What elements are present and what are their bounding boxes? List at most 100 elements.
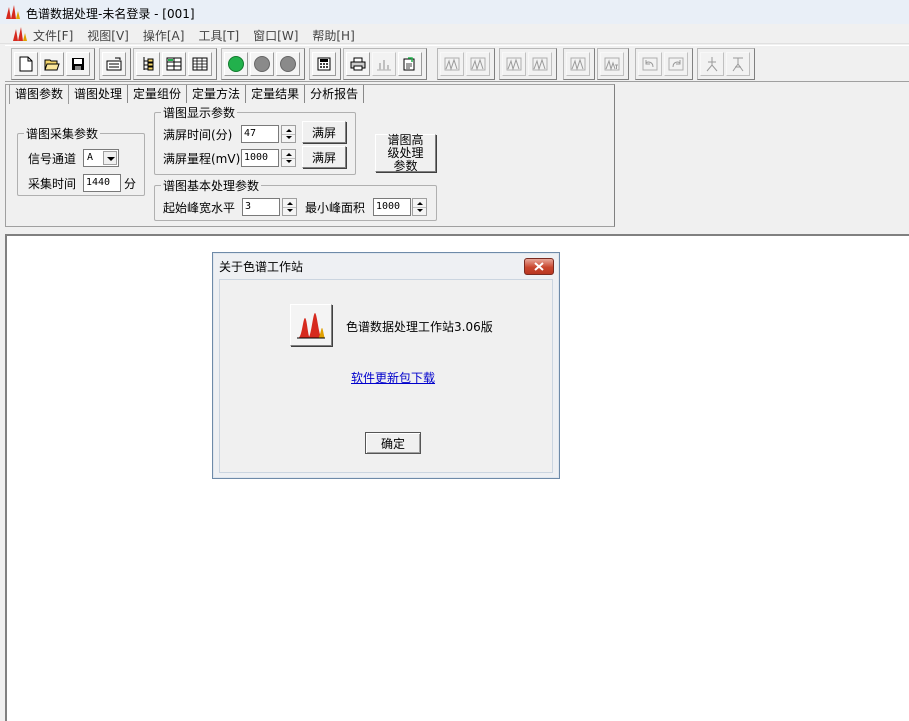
export-icon — [403, 57, 415, 71]
fullscreen-time-spinner[interactable] — [281, 125, 296, 143]
peak-icon — [570, 57, 586, 71]
tab-quant-components[interactable]: 定量组份 — [128, 85, 188, 103]
chart-report-button[interactable] — [372, 52, 396, 76]
peak-tool-button[interactable] — [466, 52, 490, 76]
menu-bar: 文件[F] 视图[V] 操作[A] 工具[T] 窗口[W] 帮助[H] — [0, 24, 909, 44]
fullscreen-time-button[interactable]: 满屏 — [302, 121, 346, 143]
redo-button[interactable] — [664, 52, 688, 76]
toolbar-group-run — [221, 48, 305, 80]
app-logo-icon — [13, 27, 27, 41]
signal-channel-select[interactable]: A — [83, 149, 119, 167]
export-button[interactable] — [398, 52, 422, 76]
acquisition-time-unit: 分 — [124, 177, 137, 191]
ok-button[interactable]: 确定 — [365, 432, 421, 454]
print-preview-icon — [106, 57, 122, 71]
toolbar — [5, 45, 909, 82]
tab-spectrum-processing[interactable]: 谱图处理 — [69, 85, 129, 103]
toolbar-group-peaks-4 — [597, 48, 629, 80]
acquisition-time-input[interactable]: 1440 — [83, 174, 121, 192]
peak-icon — [470, 57, 486, 71]
save-icon — [72, 58, 84, 70]
toolbar-group-figure — [697, 48, 755, 80]
basic-params-legend: 谱图基本处理参数 — [163, 179, 260, 193]
fullscreen-range-input[interactable]: 1000 — [241, 149, 279, 167]
table-icon — [192, 57, 208, 71]
toolbar-group-file — [11, 48, 95, 80]
new-file-button[interactable] — [14, 52, 38, 76]
undo-button[interactable] — [638, 52, 662, 76]
peak-width-spinner[interactable] — [282, 198, 297, 216]
min-peak-area-spinner[interactable] — [412, 198, 427, 216]
toolbar-group-history — [635, 48, 693, 80]
menu-view[interactable]: 视图[V] — [87, 27, 129, 44]
peak-tool-button[interactable] — [528, 52, 552, 76]
menu-tools[interactable]: 工具[T] — [198, 27, 239, 44]
printer-icon — [350, 57, 366, 71]
figure-button[interactable] — [726, 52, 750, 76]
advanced-processing-button[interactable]: 谱图高级处理参数 — [375, 133, 436, 172]
gray-circle-icon — [254, 56, 270, 72]
print-button[interactable] — [346, 52, 370, 76]
tab-strip: 谱图参数 谱图处理 定量组份 定量方法 定量结果 分析报告 — [9, 84, 365, 104]
min-peak-area-input[interactable]: 1000 — [373, 198, 411, 216]
toolbar-group-calc — [309, 48, 341, 80]
tree-icon — [143, 57, 154, 71]
green-circle-icon — [228, 56, 244, 72]
peak-tool-button[interactable] — [566, 52, 590, 76]
open-folder-icon — [44, 59, 60, 71]
peak-text-icon — [604, 57, 620, 71]
toolbar-group-peaks-3 — [563, 48, 595, 80]
close-icon — [534, 262, 544, 271]
stop-button[interactable] — [276, 52, 300, 76]
min-peak-area-label: 最小峰面积 — [305, 201, 366, 215]
chevron-down-icon[interactable] — [103, 151, 117, 165]
version-text: 色谱数据处理工作站3.06版 — [346, 320, 493, 334]
tab-spectrum-params[interactable]: 谱图参数 — [9, 84, 70, 104]
grid-view-button[interactable] — [162, 52, 186, 76]
tab-quant-results[interactable]: 定量结果 — [246, 85, 306, 103]
toolbar-group-preview — [99, 48, 131, 80]
peak-width-input[interactable]: 3 — [242, 198, 280, 216]
peak-label-button[interactable] — [600, 52, 624, 76]
fullscreen-range-spinner[interactable] — [281, 149, 296, 167]
tree-view-button[interactable] — [136, 52, 160, 76]
figure-button[interactable] — [700, 52, 724, 76]
dialog-body: 色谱数据处理工作站3.06版 软件更新包下载 确定 — [219, 279, 553, 473]
acquisition-time-label: 采集时间 — [28, 177, 77, 191]
tab-analysis-report[interactable]: 分析报告 — [305, 85, 365, 103]
app-logo-button[interactable] — [290, 304, 332, 346]
acquisition-params-legend: 谱图采集参数 — [26, 127, 99, 141]
menu-help[interactable]: 帮助[H] — [312, 27, 354, 44]
undo-icon — [642, 57, 658, 71]
start-button[interactable] — [224, 52, 248, 76]
peak-tool-button[interactable] — [440, 52, 464, 76]
save-button[interactable] — [66, 52, 90, 76]
display-params-legend: 谱图显示参数 — [163, 106, 236, 120]
fullscreen-range-button[interactable]: 满屏 — [302, 146, 346, 168]
open-button[interactable] — [40, 52, 64, 76]
peak-icon — [506, 57, 522, 71]
pause-button[interactable] — [250, 52, 274, 76]
tab-quant-method[interactable]: 定量方法 — [187, 85, 247, 103]
peak-tool-button[interactable] — [502, 52, 526, 76]
toolbar-group-peaks-2 — [499, 48, 557, 80]
fullscreen-time-input[interactable]: 47 — [241, 125, 279, 143]
close-button[interactable] — [524, 258, 554, 275]
print-preview-button[interactable] — [102, 52, 126, 76]
grid-icon — [166, 57, 182, 71]
calculator-icon — [317, 57, 331, 71]
toolbar-group-view — [133, 48, 217, 80]
table-view-button[interactable] — [188, 52, 212, 76]
calculator-button[interactable] — [312, 52, 336, 76]
menu-window[interactable]: 窗口[W] — [253, 27, 298, 44]
update-download-link[interactable]: 软件更新包下载 — [351, 369, 435, 386]
dialog-title: 关于色谱工作站 — [219, 260, 304, 274]
app-logo-icon — [6, 5, 20, 19]
window-title: 色谱数据处理-未名登录 - [001] — [26, 7, 195, 21]
peak-icon — [444, 57, 460, 71]
menu-operate[interactable]: 操作[A] — [143, 27, 185, 44]
chromatogram-logo-icon — [296, 310, 326, 340]
fullscreen-range-label: 满屏量程(mV) — [163, 152, 241, 166]
signal-channel-label: 信号通道 — [28, 152, 77, 166]
menu-file[interactable]: 文件[F] — [33, 27, 73, 44]
